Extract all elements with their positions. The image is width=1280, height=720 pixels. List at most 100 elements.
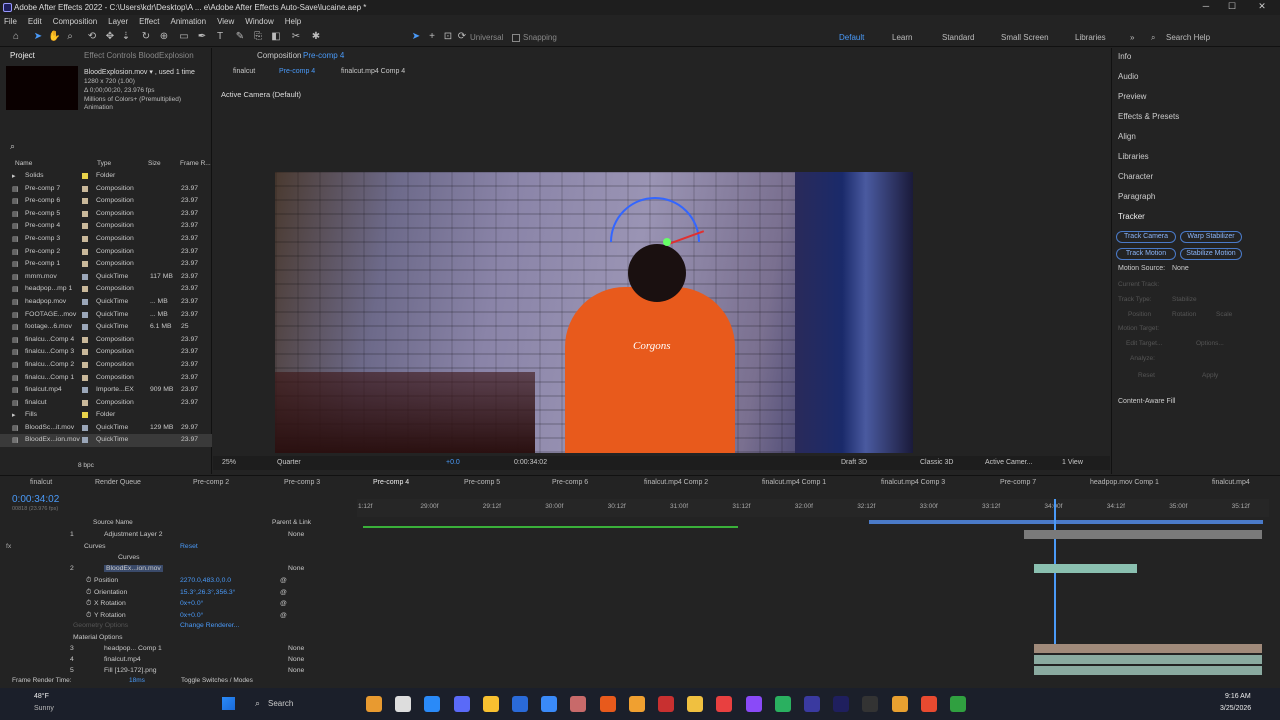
timeline-tab[interactable]: finalcut.mp4 Comp 1 [762,479,826,486]
type-tool-icon[interactable]: T [214,31,226,43]
start-icon[interactable] [222,697,235,710]
pickwhip-icon[interactable]: @ [280,577,287,584]
panel-info[interactable]: Info [1118,52,1131,61]
menu-edit[interactable]: Edit [28,17,42,26]
zoom-tool-icon[interactable]: ⌕ [64,31,76,43]
timeline-tab[interactable]: Pre-comp 7 [1000,479,1036,486]
effects-reset[interactable]: Reset [180,543,198,550]
material-row[interactable]: Material Options [0,633,356,644]
home-icon[interactable]: ⌂ [10,31,22,43]
workspace-learn[interactable]: Learn [892,33,912,42]
workspace-small-screen[interactable]: Small Screen [1001,33,1049,42]
project-item[interactable]: ▤ finalcu...Comp 3 Composition 23.97 [0,346,212,359]
workspace-libraries[interactable]: Libraries [1075,33,1106,42]
stopwatch-icon[interactable]: ⏱ [86,600,91,608]
taskbar-app-icon[interactable] [628,696,645,712]
taskbar-app-icon[interactable] [570,696,587,712]
menu-help[interactable]: Help [285,17,301,26]
layer-row[interactable]: 1 Adjustment Layer 2 None [0,530,356,541]
property-name[interactable]: Y Rotation [94,612,126,619]
taskbar-app-icon[interactable] [482,696,499,712]
label-color-swatch[interactable] [82,261,88,268]
taskbar-search-icon[interactable]: ⌕ [255,698,260,709]
project-search-icon[interactable]: ⌕ [10,141,15,152]
timeline-tab[interactable]: headpop.mov Comp 1 [1090,479,1159,486]
content-aware-fill[interactable]: Content-Aware Fill [1118,398,1175,405]
close-button[interactable]: ✕ [1252,1,1272,14]
taskbar-app-icon[interactable] [395,696,412,712]
crumb-pre-comp-4[interactable]: Pre-comp 4 [279,68,315,75]
project-item[interactable]: ▤ Pre-comp 3 Composition 23.97 [0,233,212,246]
layer-parent[interactable]: None [288,656,304,663]
rectangle-tool-icon[interactable]: ▭ [178,31,190,43]
label-color-swatch[interactable] [82,374,88,381]
layer-bar-5[interactable] [1034,666,1262,675]
layer-name[interactable]: headpop... Comp 1 [104,645,162,652]
panel-preview[interactable]: Preview [1118,92,1146,101]
layer-name[interactable]: BloodEx...ion.mov [104,565,163,572]
composition-viewer[interactable]: Corgons [275,172,913,453]
taskbar-app-icon[interactable] [541,696,558,712]
axis-mode-icon[interactable]: ➤ [410,31,422,43]
taskbar-app-icon[interactable] [716,696,733,712]
menu-effect[interactable]: Effect [139,17,159,26]
taskbar-app-icon[interactable] [687,696,704,712]
pickwhip-icon[interactable]: @ [280,600,287,607]
project-item[interactable]: ▤ Pre-comp 5 Composition 23.97 [0,208,212,221]
layer-row[interactable]: 4 finalcut.mp4 None [0,655,356,666]
label-color-swatch[interactable] [82,324,88,331]
taskbar-app-icon[interactable] [833,696,850,712]
workspace-default[interactable]: Default [839,33,864,42]
project-item[interactable]: ▤ Pre-comp 6 Composition 23.97 [0,195,212,208]
minimize-button[interactable]: ─ [1196,1,1216,14]
rotate-tool-icon[interactable]: ↻ [140,31,152,43]
property-name[interactable]: X Rotation [94,600,126,607]
layer-name[interactable]: Adjustment Layer 2 [104,531,163,538]
motion-source-dropdown[interactable]: None [1172,265,1189,272]
timeline-tab[interactable]: Pre-comp 5 [464,479,500,486]
label-color-swatch[interactable] [82,223,88,230]
menu-animation[interactable]: Animation [170,17,206,26]
col-parent-link[interactable]: Parent & Link [272,519,311,526]
pen-tool-icon[interactable]: ✒ [196,31,208,43]
taskbar-app-icon[interactable] [891,696,908,712]
project-item[interactable]: ▤ finalcut.mp4 Importe...EX 909 MB 23.97 [0,384,212,397]
pickwhip-icon[interactable]: @ [280,589,287,596]
view-axis-icon[interactable]: ⟳ [456,31,468,43]
property-row[interactable]: ⏱ Y Rotation 0x+0.0° @ [0,611,356,622]
taskbar-app-icon[interactable] [366,696,382,712]
label-color-swatch[interactable] [82,336,88,343]
maximize-button[interactable]: ☐ [1222,1,1242,14]
workspace-standard[interactable]: Standard [942,33,974,42]
timeline-tab[interactable]: finalcut.mp4 Comp 3 [881,479,945,486]
project-item[interactable]: ▤ footage...6.mov QuickTime 6.1 MB 25 [0,321,212,334]
timeline-tab[interactable]: Render Queue [95,479,141,486]
eraser-tool-icon[interactable]: ◧ [270,31,282,43]
clone-tool-icon[interactable]: ⎘ [252,31,264,43]
snapping-checkbox[interactable] [512,34,520,42]
layer-bar-4[interactable] [1034,655,1262,664]
renderer-dropdown[interactable]: Classic 3D [920,459,953,466]
project-item[interactable]: ▸ Solids Folder [0,170,212,183]
orbit-tool-icon[interactable]: ⟲ [86,31,98,43]
label-color-swatch[interactable] [82,286,88,293]
layer-row[interactable]: 5 Fill [129-172].png None [0,666,356,677]
draft-3d-toggle[interactable]: Draft 3D [841,459,867,466]
label-color-swatch[interactable] [82,437,88,444]
panel-audio[interactable]: Audio [1118,72,1138,81]
timeline-tab[interactable]: finalcut.mp4 Comp 2 [644,479,708,486]
resolution-dropdown[interactable]: Quarter [277,459,301,466]
timeline-tab[interactable]: finalcut [30,479,52,486]
exposure-value[interactable]: +0.0 [446,459,460,466]
track-motion-button[interactable]: Track Motion [1116,248,1176,260]
taskbar-search[interactable]: Search [268,699,293,708]
property-value[interactable]: 15.3°,26.3°,356.3° [180,589,235,596]
project-item[interactable]: ▤ headpop.mov QuickTime ... MB 23.97 [0,296,212,309]
layer-row[interactable]: 3 headpop... Comp 1 None [0,644,356,655]
project-item[interactable]: ▤ finalcu...Comp 4 Composition 23.97 [0,334,212,347]
panel-effects-presets[interactable]: Effects & Presets [1118,112,1179,121]
panel-character[interactable]: Character [1118,172,1153,181]
comp-tab-name[interactable]: Pre-comp 4 [303,51,344,60]
menu-view[interactable]: View [217,17,234,26]
project-item[interactable]: ▤ finalcu...Comp 1 Composition 23.97 [0,372,212,385]
